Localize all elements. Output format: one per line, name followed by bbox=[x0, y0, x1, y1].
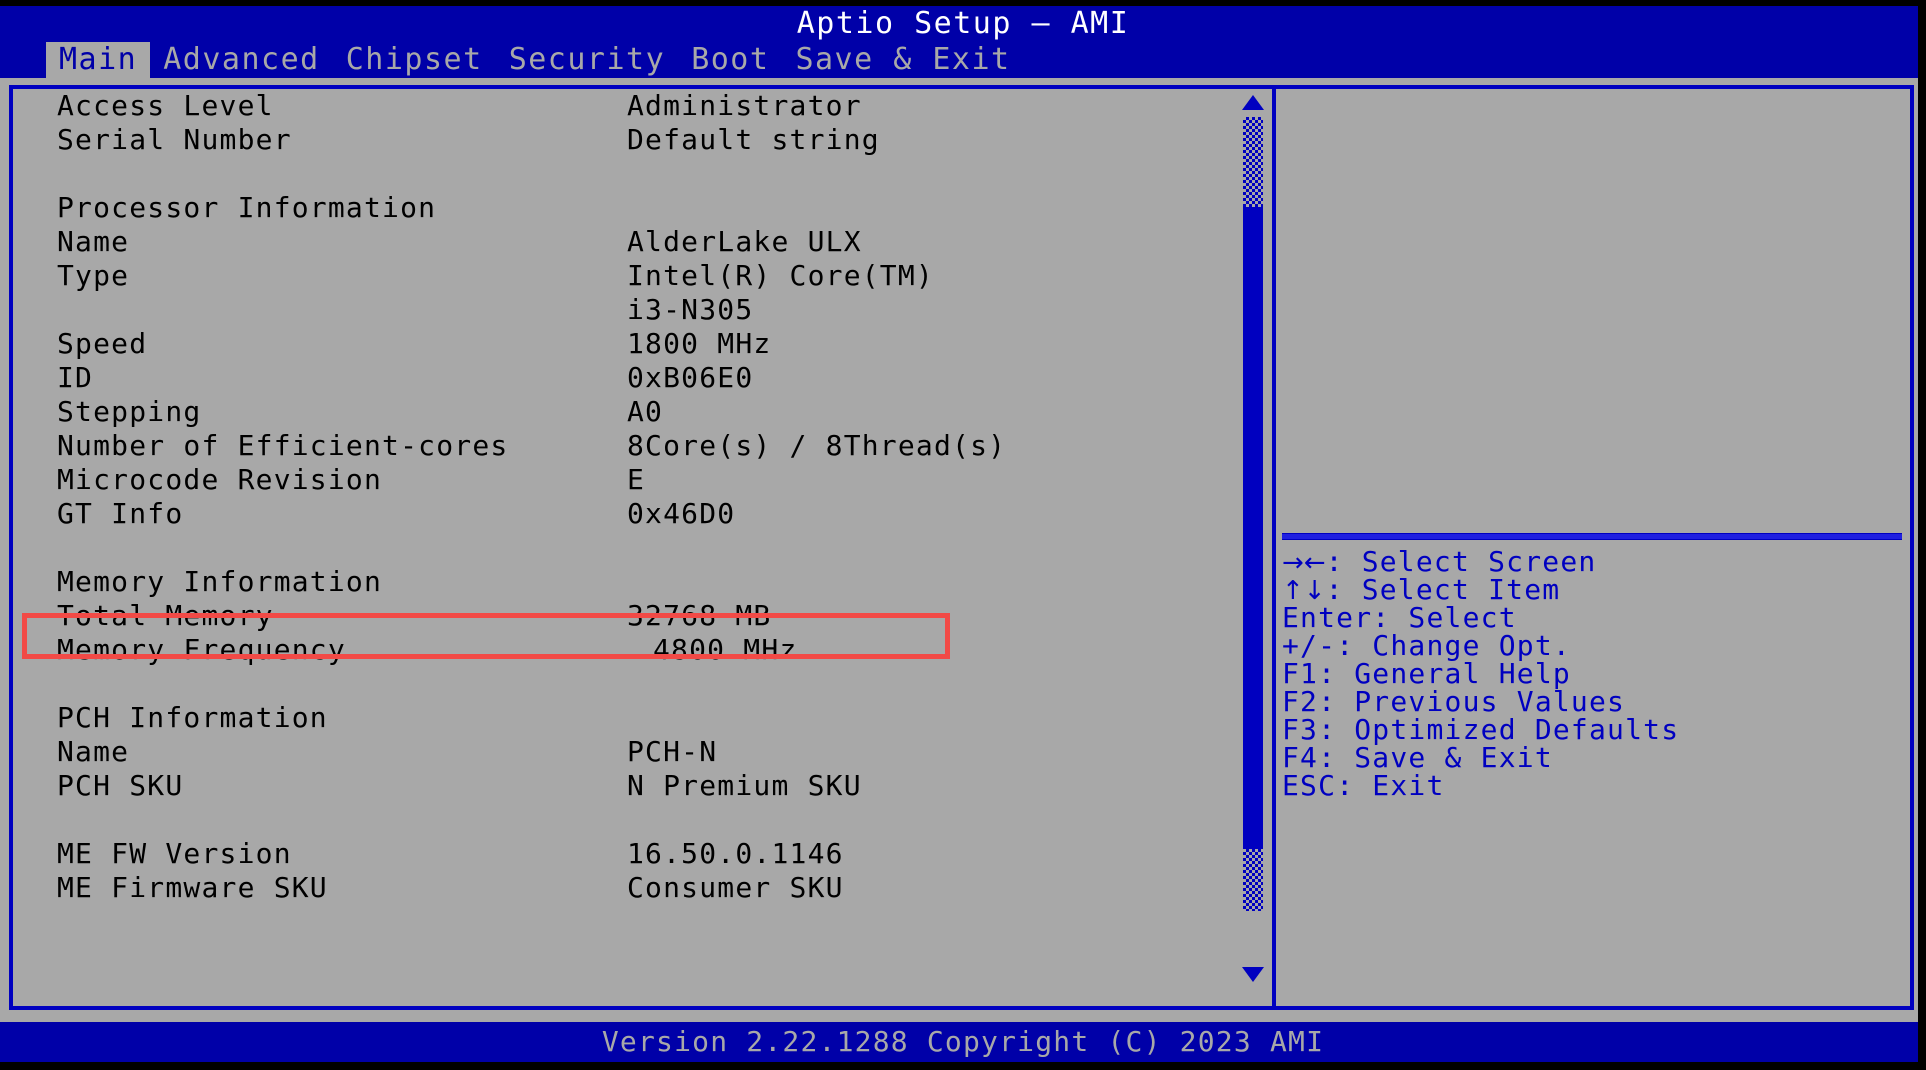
help-key-line: F4: Save & Exit bbox=[1282, 744, 1906, 772]
help-key-name: ESC bbox=[1282, 769, 1337, 802]
info-row-label: ME FW Version bbox=[57, 837, 292, 870]
info-row: Name AlderLake ULX bbox=[13, 225, 1272, 259]
row-spacer bbox=[13, 803, 1272, 837]
version-copyright-text: Version 2.22.1288 Copyright (C) 2023 AMI bbox=[601, 1025, 1325, 1058]
tab-main[interactable]: Main bbox=[46, 42, 151, 78]
info-row-value: 8Core(s) / 8Thread(s) bbox=[627, 429, 1007, 462]
scrollbar-track-lower[interactable] bbox=[1243, 849, 1263, 911]
info-row: GT Info 0x46D0 bbox=[13, 497, 1272, 531]
help-key-line: ESC: Exit bbox=[1282, 772, 1906, 800]
content-scrollbar[interactable] bbox=[1240, 89, 1268, 1006]
info-row: Microcode Revision E bbox=[13, 463, 1272, 497]
info-row: Number of Efficient-cores 8Core(s) / 8Thr… bbox=[13, 429, 1272, 463]
info-row-value: 32768 MB bbox=[627, 599, 772, 632]
tab-save-exit[interactable]: Save & Exit bbox=[782, 42, 1023, 78]
scroll-up-arrow-icon[interactable] bbox=[1242, 95, 1264, 110]
info-row: Type Intel(R) Core(TM) bbox=[13, 259, 1272, 293]
info-row: Total Memory 32768 MB bbox=[13, 599, 1272, 633]
tab-security[interactable]: Security bbox=[496, 42, 679, 78]
info-row-value: 4800 MHz bbox=[653, 633, 798, 666]
info-row: Memory Frequency 4800 MHz bbox=[13, 633, 1272, 667]
info-row: i3-N305 bbox=[13, 293, 1272, 327]
info-row: Processor Information bbox=[13, 191, 1272, 225]
info-row-value: 16.50.0.1146 bbox=[627, 837, 844, 870]
info-row-label: PCH SKU bbox=[57, 769, 184, 802]
info-row-label: Microcode Revision bbox=[57, 463, 383, 496]
help-key-line: Enter: Select bbox=[1282, 604, 1906, 632]
help-key-list: →←: Select Screen ↑↓: Select Item Enter: S… bbox=[1282, 548, 1906, 800]
info-row: ID 0xB06E0 bbox=[13, 361, 1272, 395]
title-bar: Aptio Setup – AMI bbox=[0, 6, 1926, 42]
scroll-down-arrow-icon[interactable] bbox=[1242, 967, 1264, 982]
panel-separator bbox=[1272, 85, 1276, 1010]
info-row-value: A0 bbox=[627, 395, 664, 428]
info-row-label: GT Info bbox=[57, 497, 184, 530]
page-title: Aptio Setup – AMI bbox=[796, 6, 1130, 41]
info-row-value: PCH-N bbox=[627, 735, 718, 768]
info-row: Stepping A0 bbox=[13, 395, 1272, 429]
right-letterbox bbox=[1918, 0, 1926, 1070]
info-row-label: ME Firmware SKU bbox=[57, 871, 328, 904]
help-key-line: F1: General Help bbox=[1282, 660, 1906, 688]
help-key-line: F2: Previous Values bbox=[1282, 688, 1906, 716]
help-panel-divider bbox=[1282, 533, 1902, 540]
tab-strip: Main Advanced Chipset Security Boot Save… bbox=[46, 42, 1024, 78]
help-key-line: ↑↓: Select Item bbox=[1282, 576, 1906, 606]
bios-setup-screen: Aptio Setup – AMI Main Advanced Chipset … bbox=[0, 0, 1926, 1070]
info-row-label: Processor Information bbox=[57, 191, 437, 224]
tab-chipset[interactable]: Chipset bbox=[333, 42, 496, 78]
info-row-value: Default string bbox=[627, 123, 880, 156]
info-row-value: Intel(R) Core(TM) bbox=[627, 259, 934, 292]
info-row-label: ID bbox=[57, 361, 94, 394]
info-row: Speed 1800 MHz bbox=[13, 327, 1272, 361]
info-row-value: Consumer SKU bbox=[627, 871, 844, 904]
info-row: PCH SKU N Premium SKU bbox=[13, 769, 1272, 803]
info-row: ME FW Version 16.50.0.1146 bbox=[13, 837, 1272, 871]
info-row: PCH Information bbox=[13, 701, 1272, 735]
row-spacer bbox=[13, 667, 1272, 701]
help-panel: →←: Select Screen ↑↓: Select Item Enter: S… bbox=[1282, 89, 1906, 1006]
scrollbar-track-upper[interactable] bbox=[1243, 117, 1263, 207]
help-key-line: →←: Select Screen bbox=[1282, 548, 1906, 578]
info-row-value: N Premium SKU bbox=[627, 769, 862, 802]
footer-bar: Version 2.22.1288 Copyright (C) 2023 AMI bbox=[0, 1022, 1926, 1062]
help-key-arrow-icon: →← bbox=[1282, 548, 1326, 578]
info-row-label: Name bbox=[57, 225, 130, 258]
info-row-label: Type bbox=[57, 259, 130, 292]
help-key-line: +/-: Change Opt. bbox=[1282, 632, 1906, 660]
info-row-list: Access Level Administrator Serial Number De… bbox=[13, 89, 1272, 905]
info-row: ME Firmware SKU Consumer SKU bbox=[13, 871, 1272, 905]
info-row-label: Serial Number bbox=[57, 123, 292, 156]
info-row-value: AlderLake ULX bbox=[627, 225, 862, 258]
bottom-letterbox bbox=[0, 1062, 1926, 1070]
row-spacer bbox=[13, 157, 1272, 191]
info-row-label: Number of Efficient-cores bbox=[57, 429, 509, 462]
info-row-label: Total Memory bbox=[57, 599, 274, 632]
info-row-value: 1800 MHz bbox=[627, 327, 772, 360]
info-row-value: Administrator bbox=[627, 89, 862, 122]
info-row: Serial Number Default string bbox=[13, 123, 1272, 157]
info-row-value: E bbox=[627, 463, 646, 496]
info-row: Access Level Administrator bbox=[13, 89, 1272, 123]
tab-boot[interactable]: Boot bbox=[678, 42, 782, 78]
info-row-value: i3-N305 bbox=[627, 293, 754, 326]
info-row-label: Access Level bbox=[57, 89, 274, 122]
main-info-panel: Access Level Administrator Serial Number De… bbox=[13, 89, 1272, 1006]
info-row-label: PCH Information bbox=[57, 701, 328, 734]
info-row-label: Memory Frequency bbox=[57, 633, 346, 666]
help-key-line: F3: Optimized Defaults bbox=[1282, 716, 1906, 744]
info-row-label: Memory Information bbox=[57, 565, 383, 598]
info-row-value: 0xB06E0 bbox=[627, 361, 754, 394]
info-row-value: 0x46D0 bbox=[627, 497, 736, 530]
info-row: Name PCH-N bbox=[13, 735, 1272, 769]
tab-advanced[interactable]: Advanced bbox=[150, 42, 333, 78]
help-key-action: : Exit bbox=[1336, 769, 1445, 802]
info-row: Memory Information bbox=[13, 565, 1272, 599]
menu-tab-bar: Main Advanced Chipset Security Boot Save… bbox=[0, 42, 1926, 78]
scrollbar-thumb[interactable] bbox=[1243, 207, 1263, 849]
info-row-label: Speed bbox=[57, 327, 148, 360]
info-row-label: Stepping bbox=[57, 395, 202, 428]
info-row-label: Name bbox=[57, 735, 130, 768]
row-spacer bbox=[13, 531, 1272, 565]
